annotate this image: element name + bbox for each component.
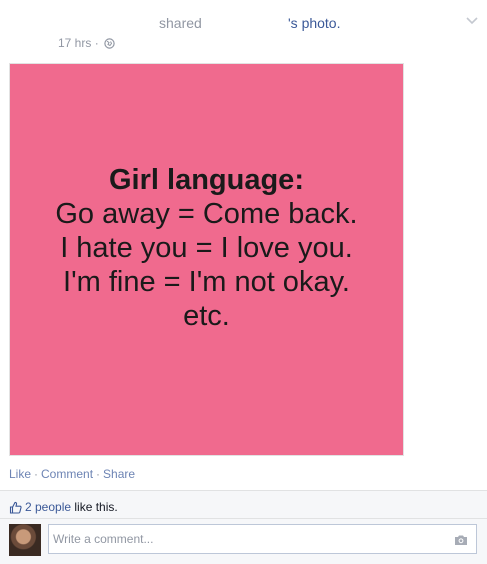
post-photo[interactable]: Girl language: Go away = Come back. I ha… xyxy=(9,63,404,456)
photo-line: Go away = Come back. xyxy=(55,198,358,230)
post-actions: Like · Comment · Share xyxy=(9,467,135,481)
owner-possessive: 's xyxy=(288,15,302,31)
camera-icon[interactable] xyxy=(454,533,468,551)
photo-link[interactable]: photo xyxy=(302,15,337,31)
chevron-down-icon[interactable] xyxy=(466,13,478,31)
likes-summary: 2 people like this. xyxy=(9,500,118,517)
photo-headline: Girl language: xyxy=(109,164,304,196)
action-separator: · xyxy=(96,467,101,481)
comment-link[interactable]: Comment xyxy=(41,467,93,481)
like-link[interactable]: Like xyxy=(9,467,31,481)
likers-link[interactable]: 2 people xyxy=(25,500,71,514)
thumbs-up-icon xyxy=(9,501,22,517)
meta-separator: · xyxy=(91,36,103,50)
shared-text: shared xyxy=(159,15,202,31)
photo-line: I'm fine = I'm not okay. xyxy=(63,266,350,298)
share-link[interactable]: Share xyxy=(103,467,135,481)
action-separator: · xyxy=(34,467,39,481)
post-meta: 17 hrs · xyxy=(58,36,115,52)
timestamp[interactable]: 17 hrs xyxy=(58,36,91,50)
post-header: shared 's photo. 17 hrs · xyxy=(0,0,487,60)
feedback-footer: 2 people like this. xyxy=(0,490,487,564)
divider xyxy=(0,518,487,519)
comment-box xyxy=(48,524,477,554)
photo-owner: 's photo. xyxy=(288,15,341,31)
comment-input[interactable] xyxy=(49,525,444,553)
photo-text: Girl language: Go away = Come back. I ha… xyxy=(10,163,403,333)
likes-text: like this. xyxy=(71,500,118,514)
shared-line: shared 's photo. xyxy=(159,15,341,31)
shared-period: . xyxy=(336,15,341,31)
globe-icon[interactable] xyxy=(104,38,115,52)
photo-line: I hate you = I love you. xyxy=(60,232,353,264)
photo-line: etc. xyxy=(183,300,230,332)
avatar[interactable] xyxy=(9,524,41,556)
